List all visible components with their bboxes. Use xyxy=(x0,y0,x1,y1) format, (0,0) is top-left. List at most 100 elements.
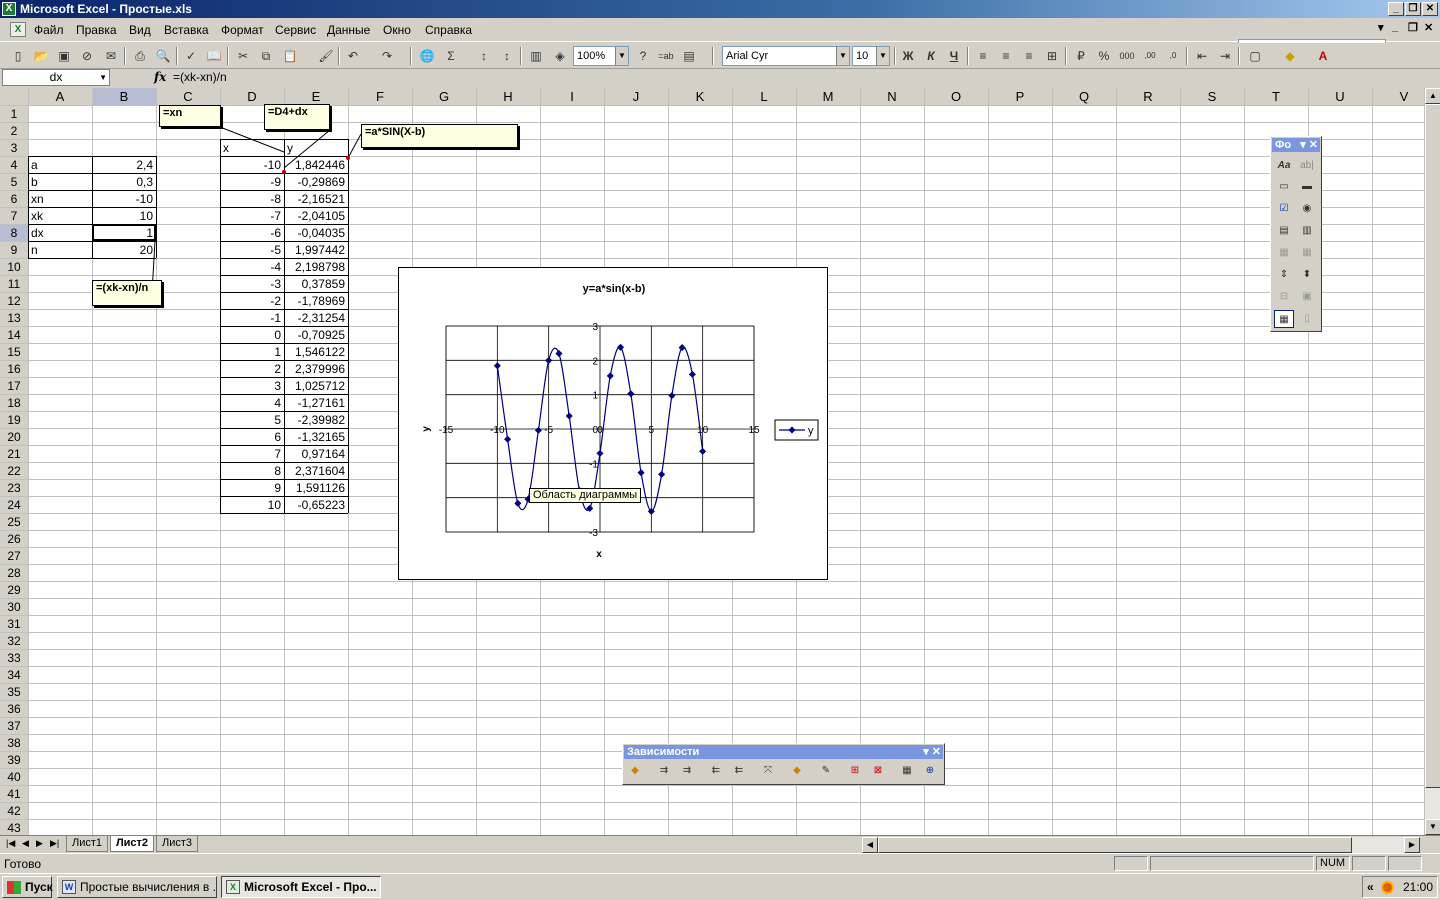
font-name-select[interactable]: Arial Cyr ▼ xyxy=(722,46,850,66)
column-header[interactable]: T xyxy=(1272,89,1280,104)
format-painter-icon[interactable]: 🖌 xyxy=(316,46,336,66)
align-center-icon[interactable]: ≡ xyxy=(996,46,1016,66)
scroll-thumb[interactable] xyxy=(1425,104,1440,788)
column-header[interactable]: U xyxy=(1335,89,1344,104)
underline-icon[interactable]: Ч xyxy=(944,46,964,66)
prev-sheet-icon[interactable]: ◀ xyxy=(22,838,29,849)
borders-icon[interactable]: ▢ xyxy=(1245,46,1265,66)
cell-b6[interactable]: -10 xyxy=(136,192,154,206)
vertical-scrollbar[interactable]: ▲ ▼ xyxy=(1424,88,1440,835)
row-header[interactable]: 13 xyxy=(7,311,21,325)
column-header[interactable]: L xyxy=(760,89,767,104)
row-header[interactable]: 30 xyxy=(7,600,21,614)
row-header[interactable]: 19 xyxy=(7,413,21,427)
doc-arrow-icon[interactable]: ▾ xyxy=(1378,21,1384,34)
camera-icon[interactable]: ▤ xyxy=(679,46,699,66)
menu-format[interactable]: Формат xyxy=(221,23,264,37)
table-y-value[interactable]: 0,37859 xyxy=(302,277,346,291)
zoom-select[interactable]: 100% ▼ xyxy=(573,46,629,66)
row-header[interactable]: 15 xyxy=(7,345,21,359)
row-header[interactable]: 32 xyxy=(7,634,21,648)
cell-b9[interactable]: 20 xyxy=(140,243,154,257)
last-sheet-icon[interactable]: ▶| xyxy=(50,838,59,849)
row-header[interactable]: 27 xyxy=(7,549,21,563)
row-header[interactable]: 37 xyxy=(7,719,21,733)
label-icon[interactable]: Aa xyxy=(1274,157,1294,175)
table-x-value[interactable]: 8 xyxy=(274,464,281,478)
table-x-value[interactable]: -9 xyxy=(270,175,281,189)
dependencies-panel-title[interactable]: Зависимости ▾ ✕ xyxy=(624,745,943,759)
row-header[interactable]: 16 xyxy=(7,362,21,376)
row-header[interactable]: 25 xyxy=(7,515,21,529)
table-y-value[interactable]: 0,97164 xyxy=(302,447,346,461)
sheet-tab-2[interactable]: Лист2 xyxy=(110,836,154,852)
scroll-bar-icon[interactable]: ⇕ xyxy=(1274,266,1294,284)
table-y-value[interactable]: -0,70925 xyxy=(298,328,346,342)
clear-validation-circles-icon[interactable]: ⊠ xyxy=(868,762,888,780)
decrease-decimal-icon[interactable]: ,0 xyxy=(1163,46,1183,66)
spelling-icon[interactable]: ✓ xyxy=(181,46,201,66)
cell-b8[interactable]: 1 xyxy=(146,226,153,240)
toggle-grid-icon[interactable]: ▦ xyxy=(1274,310,1294,328)
table-y-value[interactable]: 1,997442 xyxy=(295,243,345,257)
scroll-left-icon[interactable]: ◀ xyxy=(862,837,878,853)
doc-close-icon[interactable]: ✕ xyxy=(1424,21,1433,34)
column-header[interactable]: D xyxy=(247,89,256,104)
row-header[interactable]: 18 xyxy=(7,396,21,410)
cell-a6[interactable]: xn xyxy=(31,192,44,206)
table-y-value[interactable]: -1,78969 xyxy=(298,294,346,308)
chevron-down-icon[interactable]: ▼ xyxy=(876,47,889,65)
task-word[interactable]: W Простые вычисления в ... xyxy=(57,876,217,898)
column-header[interactable]: P xyxy=(1016,89,1025,104)
cell-e3[interactable]: y xyxy=(287,141,293,155)
close-icon[interactable]: ▾ ✕ xyxy=(1300,138,1318,152)
row-header[interactable]: 35 xyxy=(7,685,21,699)
close-icon[interactable]: ✕ xyxy=(1422,2,1438,16)
row-header[interactable]: 39 xyxy=(7,753,21,767)
table-y-value[interactable]: -0,29869 xyxy=(298,175,346,189)
formula-input[interactable]: =(xk-xn)/n xyxy=(173,70,227,84)
chevron-down-icon[interactable]: ▼ xyxy=(836,47,849,65)
table-x-value[interactable]: -2 xyxy=(270,294,281,308)
cell-d3[interactable]: x xyxy=(223,141,229,155)
doc-restore-icon[interactable]: ❐ xyxy=(1408,21,1418,34)
dependencies-panel[interactable]: Зависимости ▾ ✕ ◆ ⇉ ⇉ ⇇ ⇇ ⤧ ◆ ✎ ⊞ ⊠ ▦ ⊕ xyxy=(622,743,945,785)
hyperlink-icon[interactable]: 🌐 xyxy=(417,46,437,66)
decrease-indent-icon[interactable]: ⇤ xyxy=(1192,46,1212,66)
scroll-up-icon[interactable]: ▲ xyxy=(1425,88,1440,104)
font-size-select[interactable]: 10 ▼ xyxy=(852,46,890,66)
doc-minimize-icon[interactable]: _ xyxy=(1392,21,1398,33)
row-header[interactable]: 3 xyxy=(11,141,18,155)
column-header[interactable]: N xyxy=(887,89,896,104)
scroll-down-icon[interactable]: ▼ xyxy=(1425,819,1440,835)
spreadsheet-grid[interactable]: A B C D E F G H I J K L M N O P Q R S T U V 1 2 3 4 5 6 7 8 9 10 11 12 13 1… xyxy=(0,88,1424,835)
drawing-icon[interactable]: ◈ xyxy=(550,46,570,66)
remove-precedent-arrows-icon[interactable]: ⇉ xyxy=(677,762,697,780)
fill-color-icon[interactable]: ◆ xyxy=(1280,46,1300,66)
control-properties-icon[interactable]: ⊟ xyxy=(1274,288,1294,306)
table-x-value[interactable]: 2 xyxy=(274,362,281,376)
chevron-down-icon[interactable]: ▼ xyxy=(615,47,628,65)
print-preview-icon[interactable]: 🔍 xyxy=(153,46,173,66)
row-header[interactable]: 22 xyxy=(7,464,21,478)
cell-a4[interactable]: a xyxy=(31,158,38,172)
row-header[interactable]: 31 xyxy=(7,617,21,631)
comment-xn[interactable]: =xn xyxy=(159,105,221,127)
font-color-icon[interactable]: A xyxy=(1313,46,1333,66)
table-x-value[interactable]: -8 xyxy=(270,192,281,206)
undo-icon[interactable]: ↶ xyxy=(343,46,363,66)
merge-center-icon[interactable]: ⊞ xyxy=(1042,46,1062,66)
list-box-icon[interactable]: ▤ xyxy=(1274,222,1294,240)
cell-a8[interactable]: dx xyxy=(31,226,44,240)
row-header[interactable]: 41 xyxy=(7,787,21,801)
column-header[interactable]: Q xyxy=(1079,89,1089,104)
research-icon[interactable]: 📖 xyxy=(204,46,224,66)
table-x-value[interactable]: 1 xyxy=(274,345,281,359)
table-y-value[interactable]: 1,591126 xyxy=(296,481,345,495)
table-x-value[interactable]: 10 xyxy=(268,498,282,512)
table-y-value[interactable]: 1,025712 xyxy=(295,379,345,393)
bold-icon[interactable]: Ж xyxy=(898,46,918,66)
table-x-value[interactable]: 9 xyxy=(274,481,281,495)
row-header[interactable]: 43 xyxy=(7,821,21,835)
row-header[interactable]: 23 xyxy=(7,481,21,495)
